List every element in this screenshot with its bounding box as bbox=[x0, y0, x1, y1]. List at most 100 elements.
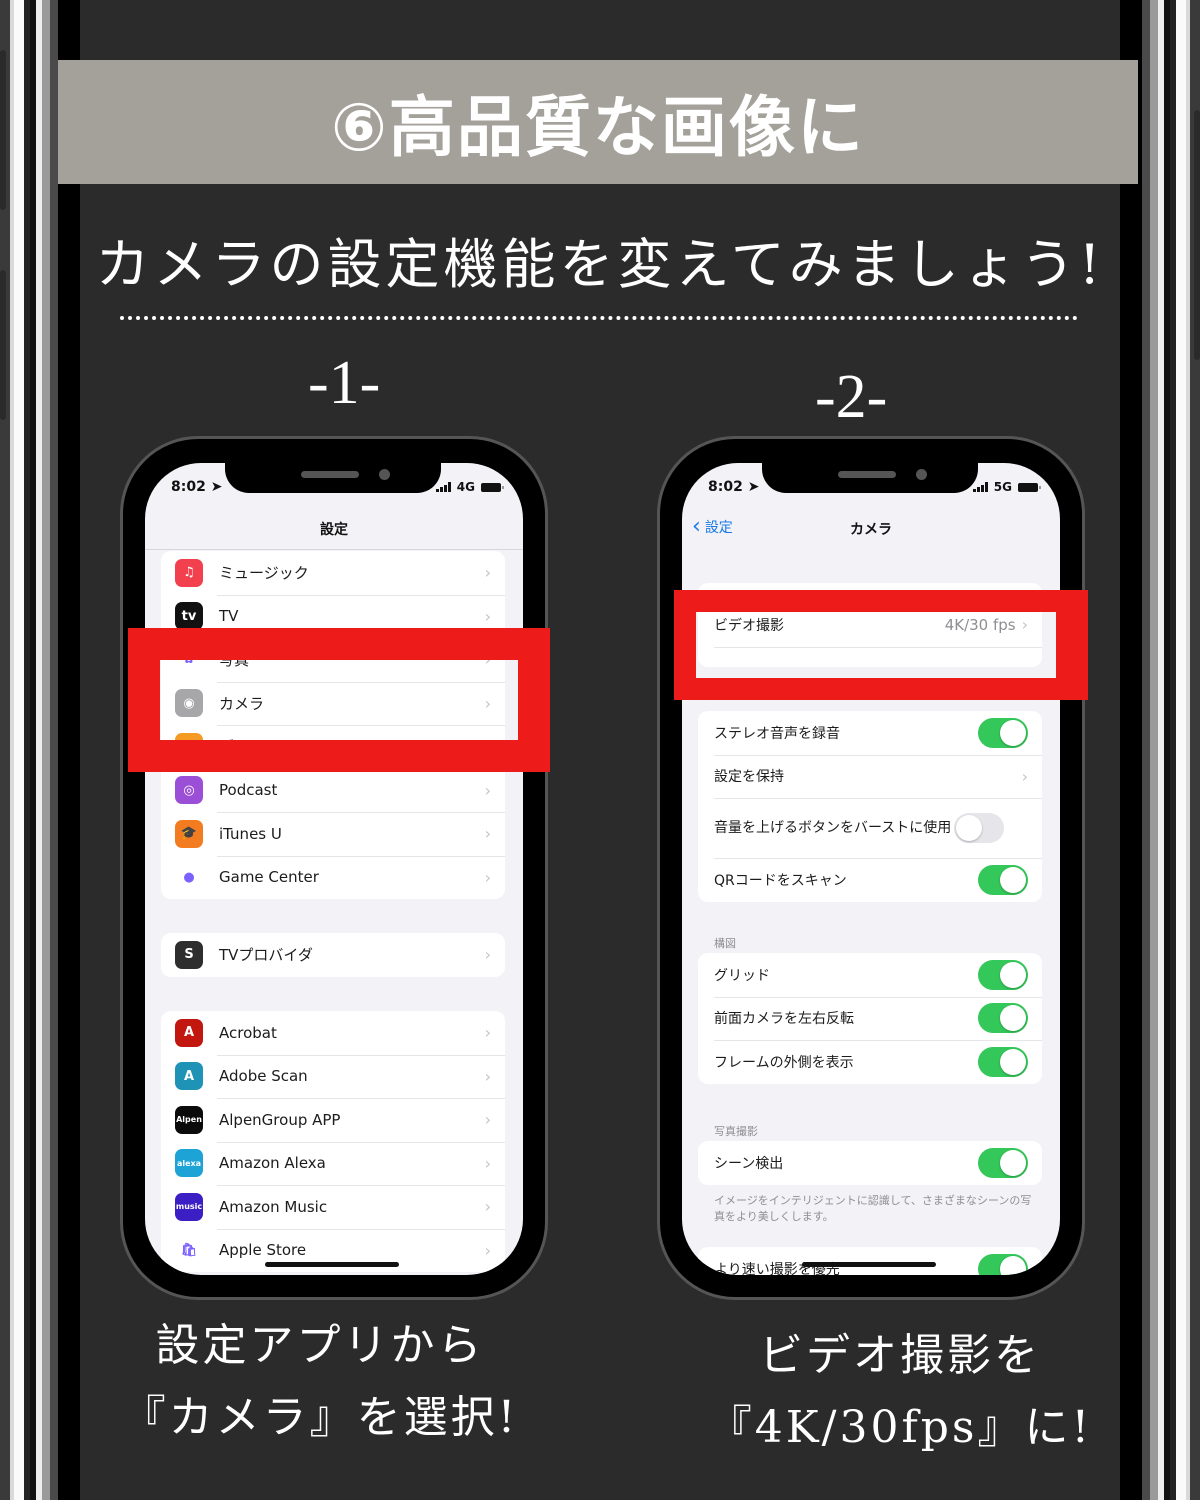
notch bbox=[225, 463, 441, 493]
settings-row[interactable]: A Adobe Scan › bbox=[161, 1054, 505, 1099]
settings-row[interactable]: ♫ ミュージック › bbox=[161, 551, 505, 595]
composition-group: グリッド 前面カメラを左右反転 フレームの外側を表示 bbox=[698, 953, 1042, 1084]
composition-toggle[interactable] bbox=[978, 1003, 1028, 1034]
camera-option-toggle[interactable] bbox=[978, 717, 1028, 748]
chevron-right-icon: › bbox=[484, 563, 491, 583]
status-time: 8:02 ➤ bbox=[708, 479, 760, 495]
step-2-caption-line2: 『4K/30fps』に! bbox=[707, 1402, 1093, 1453]
composition-label: フレームの外側を表示 bbox=[714, 1054, 854, 1071]
camera-option-row: ステレオ音声を録音 bbox=[698, 711, 1042, 755]
battery-icon bbox=[1018, 482, 1041, 492]
chevron-right-icon: › bbox=[484, 1240, 491, 1260]
settings-row[interactable]: music Amazon Music › bbox=[161, 1185, 505, 1229]
scene-detection-label: シーン検出 bbox=[714, 1155, 784, 1172]
chevron-right-icon: › bbox=[484, 1153, 491, 1173]
camera-options-group: ステレオ音声を録音 設定を保持 › 音量を上げるボタンをバーストに使用 QRコードをスキ… bbox=[698, 711, 1042, 902]
acrobat-icon: A bbox=[175, 1018, 203, 1047]
alpen-group-icon: Alpen bbox=[175, 1105, 203, 1134]
settings-row-label: Apple Store bbox=[219, 1241, 307, 1260]
photo-header: 写真撮影 bbox=[714, 1125, 758, 1138]
camera-option-label: 音量を上げるボタンをバーストに使用 bbox=[714, 820, 952, 836]
settings-row-label: Amazon Music bbox=[219, 1197, 328, 1216]
side-button bbox=[0, 50, 6, 210]
chevron-right-icon: › bbox=[484, 1066, 491, 1086]
nav-title: カメラ bbox=[850, 522, 892, 538]
settings-row[interactable]: A Acrobat › bbox=[161, 1011, 505, 1055]
home-indicator bbox=[802, 1262, 936, 1267]
composition-row: 前面カメラを左右反転 bbox=[698, 996, 1042, 1041]
nav-title: 設定 bbox=[320, 522, 348, 538]
chevron-right-icon: › bbox=[484, 1023, 491, 1043]
game-center-icon: ● bbox=[175, 863, 203, 892]
chevron-right-icon: › bbox=[484, 824, 491, 844]
fast-capture-toggle[interactable] bbox=[978, 1253, 1028, 1275]
settings-row[interactable]: 🎓 iTunes U › bbox=[161, 812, 505, 856]
battery-icon bbox=[481, 482, 504, 492]
dotted-divider bbox=[120, 316, 1078, 320]
scene-detection-toggle[interactable] bbox=[978, 1147, 1028, 1178]
fast-capture-group: より速い撮影を優先 bbox=[698, 1247, 1042, 1275]
scene-footnote: イメージをインテリジェントに認識して、さまざまなシーンの写真をより美しくします。 bbox=[714, 1194, 1032, 1223]
composition-toggle[interactable] bbox=[978, 959, 1028, 990]
apple-tv-icon: tv bbox=[175, 602, 203, 631]
chevron-right-icon: › bbox=[484, 1110, 491, 1130]
network-type: 4G bbox=[456, 480, 475, 494]
step-2-caption-line1: ビデオ撮影を bbox=[759, 1330, 1041, 1381]
title-banner: ⑥高品質な画像に bbox=[58, 60, 1138, 184]
composition-toggle[interactable] bbox=[978, 1046, 1028, 1077]
settings-row-label: TV bbox=[219, 607, 239, 626]
camera-option-label: ステレオ音声を録音 bbox=[714, 725, 840, 742]
camera-option-row[interactable]: 設定を保持 › bbox=[698, 754, 1042, 799]
notch bbox=[762, 463, 978, 493]
step-1-caption-line2: 『カメラ』を選択! bbox=[121, 1392, 519, 1443]
amazon-music-icon: music bbox=[175, 1192, 203, 1221]
settings-row-label: AlpenGroup APP bbox=[219, 1110, 341, 1129]
camera-option-label: QRコードをスキャン bbox=[714, 872, 847, 889]
settings-group-third-party: A Acrobat › A Adobe Scan › Alpen AlpenGroup APP… bbox=[161, 1011, 505, 1272]
chevron-right-icon: › bbox=[484, 945, 491, 965]
itunes-u-icon: 🎓 bbox=[175, 819, 203, 848]
camera-option-toggle[interactable] bbox=[954, 813, 1004, 843]
settings-row-label: ミュージック bbox=[219, 564, 309, 583]
photo-group: シーン検出 bbox=[698, 1141, 1042, 1185]
apple-store-icon: 🛍 bbox=[175, 1236, 203, 1265]
settings-screen: 8:02 ➤ 4G 設定 ♫ ミュージック › tv TV › ✿ 写真 › ◉ カメラ › ▤ ブック ›… bbox=[145, 463, 523, 1275]
banner-title: ⑥高品質な画像に bbox=[331, 89, 865, 166]
camera-option-label: 設定を保持 bbox=[714, 769, 784, 786]
settings-row[interactable]: S TVプロバイダ › bbox=[161, 933, 505, 977]
podcast-icon: ◎ bbox=[175, 776, 203, 805]
chevron-right-icon: › bbox=[484, 606, 491, 626]
settings-row[interactable]: ◎ Podcast › bbox=[161, 768, 505, 813]
settings-row[interactable]: ● Game Center › bbox=[161, 855, 505, 900]
step-1-label: -1- bbox=[308, 349, 381, 417]
camera-settings-screen: 8:02 ➤ 5G ‹ 設定 カメラ ビデオ撮影 4K/30 fps › ステレ… bbox=[682, 463, 1060, 1275]
settings-row[interactable]: alexa Amazon Alexa › bbox=[161, 1141, 505, 1186]
step-1-caption-line1: 設定アプリから bbox=[155, 1320, 485, 1371]
adobe-scan-icon: A bbox=[175, 1062, 203, 1091]
settings-row-label: Game Center bbox=[219, 868, 319, 887]
signal-icon bbox=[972, 482, 988, 492]
alexa-icon: alexa bbox=[175, 1149, 203, 1178]
subtitle: カメラの設定機能を変えてみましょう! bbox=[95, 233, 1105, 296]
signal-icon bbox=[435, 482, 451, 492]
chevron-right-icon: › bbox=[1021, 766, 1028, 786]
composition-header: 構図 bbox=[714, 937, 736, 950]
network-type: 5G bbox=[993, 480, 1012, 494]
status-time: 8:02 ➤ bbox=[171, 479, 223, 495]
settings-row-label: iTunes U bbox=[219, 824, 282, 843]
chevron-right-icon: › bbox=[484, 1197, 491, 1217]
step-1-caption: 設定アプリから 『カメラ』を選択! bbox=[110, 1310, 530, 1454]
settings-row-label: TVプロバイダ bbox=[219, 946, 313, 965]
camera-option-toggle[interactable] bbox=[978, 864, 1028, 895]
settings-row-label: Acrobat bbox=[219, 1023, 277, 1042]
step-2-label: -2- bbox=[815, 363, 888, 431]
tv-provider-icon: S bbox=[175, 940, 203, 969]
chevron-right-icon: › bbox=[484, 780, 491, 800]
settings-row-label: Adobe Scan bbox=[219, 1067, 308, 1086]
step-2-caption: ビデオ撮影を 『4K/30fps』に! bbox=[690, 1320, 1110, 1464]
chevron-right-icon: › bbox=[484, 867, 491, 887]
settings-row[interactable]: Alpen AlpenGroup APP › bbox=[161, 1098, 505, 1142]
phone-settings: 8:02 ➤ 4G 設定 ♫ ミュージック › tv TV › ✿ 写真 › ◉ カメラ › ▤ ブック ›… bbox=[120, 436, 548, 1300]
fast-capture-row: より速い撮影を優先 bbox=[698, 1247, 1042, 1275]
highlight-video-row bbox=[674, 590, 1088, 700]
